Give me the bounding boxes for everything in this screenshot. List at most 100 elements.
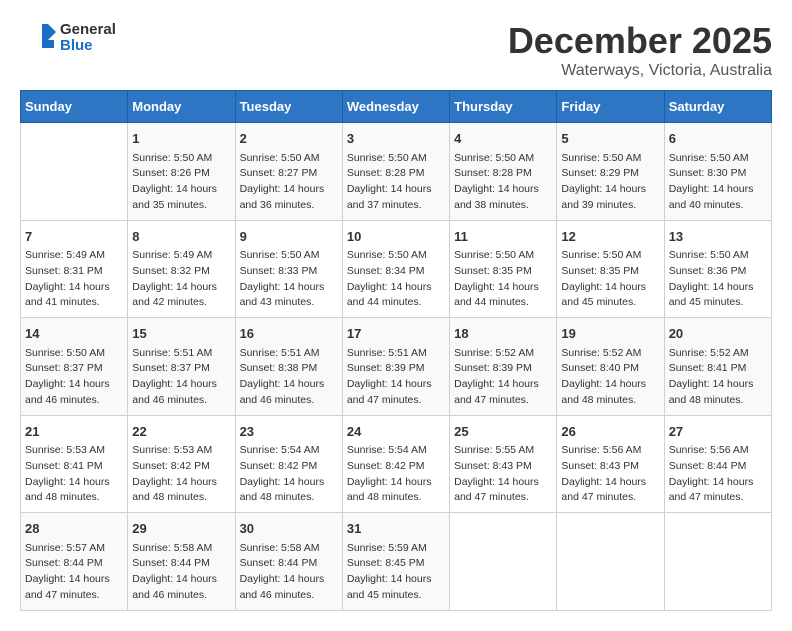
day-info: Sunrise: 5:56 AM Sunset: 8:43 PM Dayligh… bbox=[561, 443, 659, 506]
day-info: Sunrise: 5:51 AM Sunset: 8:39 PM Dayligh… bbox=[347, 346, 445, 409]
sunrise-text: Sunrise: 5:56 AM bbox=[669, 443, 767, 459]
calendar-cell: 16 Sunrise: 5:51 AM Sunset: 8:38 PM Dayl… bbox=[235, 318, 342, 416]
day-number: 6 bbox=[669, 129, 767, 149]
day-info: Sunrise: 5:58 AM Sunset: 8:44 PM Dayligh… bbox=[132, 541, 230, 604]
day-info: Sunrise: 5:59 AM Sunset: 8:45 PM Dayligh… bbox=[347, 541, 445, 604]
week-row-1: 1 Sunrise: 5:50 AM Sunset: 8:26 PM Dayli… bbox=[21, 123, 772, 221]
calendar-cell: 9 Sunrise: 5:50 AM Sunset: 8:33 PM Dayli… bbox=[235, 220, 342, 318]
day-number: 31 bbox=[347, 519, 445, 539]
sunrise-text: Sunrise: 5:50 AM bbox=[347, 248, 445, 264]
day-number: 10 bbox=[347, 227, 445, 247]
weekday-header-sunday: Sunday bbox=[21, 91, 128, 123]
sunset-text: Sunset: 8:36 PM bbox=[669, 264, 767, 280]
sunset-text: Sunset: 8:39 PM bbox=[347, 361, 445, 377]
day-number: 17 bbox=[347, 324, 445, 344]
day-number: 5 bbox=[561, 129, 659, 149]
page-header: General Blue December 2025 Waterways, Vi… bbox=[20, 20, 772, 80]
sunset-text: Sunset: 8:40 PM bbox=[561, 361, 659, 377]
daylight-text: Daylight: 14 hours and 47 minutes. bbox=[454, 475, 552, 507]
week-row-2: 7 Sunrise: 5:49 AM Sunset: 8:31 PM Dayli… bbox=[21, 220, 772, 318]
day-info: Sunrise: 5:50 AM Sunset: 8:35 PM Dayligh… bbox=[561, 248, 659, 311]
day-info: Sunrise: 5:50 AM Sunset: 8:29 PM Dayligh… bbox=[561, 151, 659, 214]
sunrise-text: Sunrise: 5:52 AM bbox=[454, 346, 552, 362]
calendar-cell: 18 Sunrise: 5:52 AM Sunset: 8:39 PM Dayl… bbox=[450, 318, 557, 416]
day-info: Sunrise: 5:55 AM Sunset: 8:43 PM Dayligh… bbox=[454, 443, 552, 506]
calendar-cell: 23 Sunrise: 5:54 AM Sunset: 8:42 PM Dayl… bbox=[235, 415, 342, 513]
day-info: Sunrise: 5:50 AM Sunset: 8:33 PM Dayligh… bbox=[240, 248, 338, 311]
calendar-cell: 12 Sunrise: 5:50 AM Sunset: 8:35 PM Dayl… bbox=[557, 220, 664, 318]
day-info: Sunrise: 5:50 AM Sunset: 8:35 PM Dayligh… bbox=[454, 248, 552, 311]
daylight-text: Daylight: 14 hours and 41 minutes. bbox=[25, 280, 123, 312]
calendar-cell: 31 Sunrise: 5:59 AM Sunset: 8:45 PM Dayl… bbox=[342, 513, 449, 611]
calendar-cell: 30 Sunrise: 5:58 AM Sunset: 8:44 PM Dayl… bbox=[235, 513, 342, 611]
day-number: 3 bbox=[347, 129, 445, 149]
calendar-cell: 10 Sunrise: 5:50 AM Sunset: 8:34 PM Dayl… bbox=[342, 220, 449, 318]
sunrise-text: Sunrise: 5:50 AM bbox=[669, 248, 767, 264]
sunset-text: Sunset: 8:33 PM bbox=[240, 264, 338, 280]
day-number: 12 bbox=[561, 227, 659, 247]
sunrise-text: Sunrise: 5:54 AM bbox=[240, 443, 338, 459]
sunset-text: Sunset: 8:26 PM bbox=[132, 166, 230, 182]
calendar-cell: 7 Sunrise: 5:49 AM Sunset: 8:31 PM Dayli… bbox=[21, 220, 128, 318]
day-info: Sunrise: 5:53 AM Sunset: 8:42 PM Dayligh… bbox=[132, 443, 230, 506]
sunrise-text: Sunrise: 5:51 AM bbox=[347, 346, 445, 362]
sunset-text: Sunset: 8:41 PM bbox=[25, 459, 123, 475]
daylight-text: Daylight: 14 hours and 39 minutes. bbox=[561, 182, 659, 214]
sunset-text: Sunset: 8:37 PM bbox=[25, 361, 123, 377]
daylight-text: Daylight: 14 hours and 37 minutes. bbox=[347, 182, 445, 214]
day-number: 7 bbox=[25, 227, 123, 247]
day-number: 22 bbox=[132, 422, 230, 442]
calendar-cell bbox=[21, 123, 128, 221]
daylight-text: Daylight: 14 hours and 47 minutes. bbox=[454, 377, 552, 409]
sunrise-text: Sunrise: 5:55 AM bbox=[454, 443, 552, 459]
daylight-text: Daylight: 14 hours and 45 minutes. bbox=[669, 280, 767, 312]
sunrise-text: Sunrise: 5:52 AM bbox=[669, 346, 767, 362]
sunrise-text: Sunrise: 5:52 AM bbox=[561, 346, 659, 362]
calendar-cell: 28 Sunrise: 5:57 AM Sunset: 8:44 PM Dayl… bbox=[21, 513, 128, 611]
calendar-cell: 26 Sunrise: 5:56 AM Sunset: 8:43 PM Dayl… bbox=[557, 415, 664, 513]
sunrise-text: Sunrise: 5:58 AM bbox=[240, 541, 338, 557]
day-number: 26 bbox=[561, 422, 659, 442]
sunrise-text: Sunrise: 5:51 AM bbox=[240, 346, 338, 362]
day-info: Sunrise: 5:54 AM Sunset: 8:42 PM Dayligh… bbox=[240, 443, 338, 506]
sunrise-text: Sunrise: 5:59 AM bbox=[347, 541, 445, 557]
calendar-cell: 3 Sunrise: 5:50 AM Sunset: 8:28 PM Dayli… bbox=[342, 123, 449, 221]
day-number: 25 bbox=[454, 422, 552, 442]
daylight-text: Daylight: 14 hours and 44 minutes. bbox=[454, 280, 552, 312]
day-number: 4 bbox=[454, 129, 552, 149]
sunrise-text: Sunrise: 5:50 AM bbox=[561, 151, 659, 167]
sunset-text: Sunset: 8:43 PM bbox=[561, 459, 659, 475]
daylight-text: Daylight: 14 hours and 40 minutes. bbox=[669, 182, 767, 214]
weekday-header-friday: Friday bbox=[557, 91, 664, 123]
day-info: Sunrise: 5:50 AM Sunset: 8:36 PM Dayligh… bbox=[669, 248, 767, 311]
sunrise-text: Sunrise: 5:54 AM bbox=[347, 443, 445, 459]
sunset-text: Sunset: 8:31 PM bbox=[25, 264, 123, 280]
weekday-header-row: SundayMondayTuesdayWednesdayThursdayFrid… bbox=[21, 91, 772, 123]
weekday-header-thursday: Thursday bbox=[450, 91, 557, 123]
calendar-cell bbox=[664, 513, 771, 611]
sunset-text: Sunset: 8:44 PM bbox=[132, 556, 230, 572]
day-number: 11 bbox=[454, 227, 552, 247]
daylight-text: Daylight: 14 hours and 36 minutes. bbox=[240, 182, 338, 214]
sunrise-text: Sunrise: 5:50 AM bbox=[240, 248, 338, 264]
day-info: Sunrise: 5:50 AM Sunset: 8:37 PM Dayligh… bbox=[25, 346, 123, 409]
week-row-3: 14 Sunrise: 5:50 AM Sunset: 8:37 PM Dayl… bbox=[21, 318, 772, 416]
calendar-cell bbox=[450, 513, 557, 611]
daylight-text: Daylight: 14 hours and 48 minutes. bbox=[240, 475, 338, 507]
day-number: 21 bbox=[25, 422, 123, 442]
daylight-text: Daylight: 14 hours and 35 minutes. bbox=[132, 182, 230, 214]
daylight-text: Daylight: 14 hours and 43 minutes. bbox=[240, 280, 338, 312]
sunset-text: Sunset: 8:44 PM bbox=[25, 556, 123, 572]
day-number: 14 bbox=[25, 324, 123, 344]
calendar-cell: 2 Sunrise: 5:50 AM Sunset: 8:27 PM Dayli… bbox=[235, 123, 342, 221]
sunrise-text: Sunrise: 5:53 AM bbox=[25, 443, 123, 459]
calendar-cell: 6 Sunrise: 5:50 AM Sunset: 8:30 PM Dayli… bbox=[664, 123, 771, 221]
calendar-cell: 19 Sunrise: 5:52 AM Sunset: 8:40 PM Dayl… bbox=[557, 318, 664, 416]
calendar-cell: 11 Sunrise: 5:50 AM Sunset: 8:35 PM Dayl… bbox=[450, 220, 557, 318]
daylight-text: Daylight: 14 hours and 44 minutes. bbox=[347, 280, 445, 312]
day-info: Sunrise: 5:49 AM Sunset: 8:32 PM Dayligh… bbox=[132, 248, 230, 311]
sunrise-text: Sunrise: 5:53 AM bbox=[132, 443, 230, 459]
day-info: Sunrise: 5:49 AM Sunset: 8:31 PM Dayligh… bbox=[25, 248, 123, 311]
day-info: Sunrise: 5:56 AM Sunset: 8:44 PM Dayligh… bbox=[669, 443, 767, 506]
sunset-text: Sunset: 8:39 PM bbox=[454, 361, 552, 377]
